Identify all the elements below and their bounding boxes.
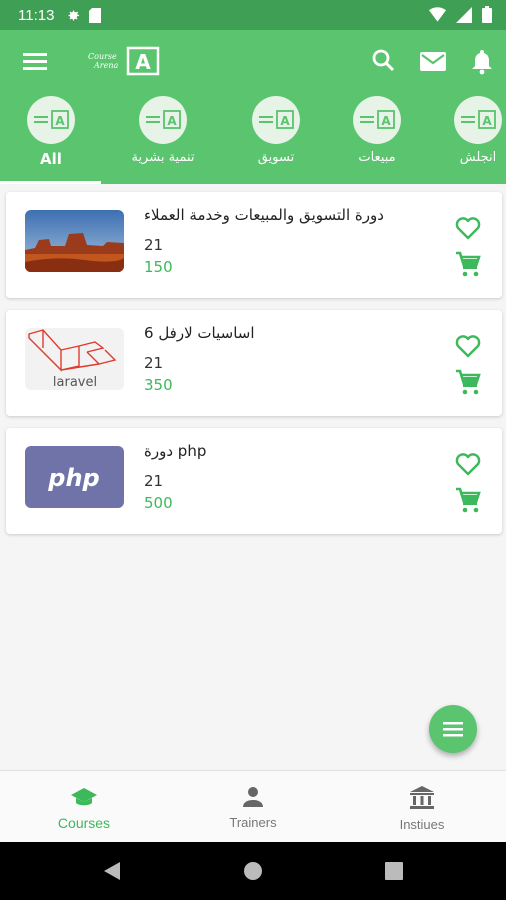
category-logo-icon: A xyxy=(353,96,401,144)
course-card[interactable]: دورة التسويق والمبيعات وخدمة العملاء 21 … xyxy=(6,192,502,298)
course-count: 21 xyxy=(144,354,164,372)
status-time: 11:13 xyxy=(18,6,55,24)
nav-label: Trainers xyxy=(229,815,277,830)
category-logo-icon: A xyxy=(252,96,300,144)
status-bar: 11:13 xyxy=(0,0,506,30)
desert-landscape-thumbnail xyxy=(25,210,124,272)
category-logo-icon: A xyxy=(27,96,75,144)
tab-label: All xyxy=(40,150,62,168)
tab-label: مبيعات xyxy=(358,150,396,165)
tab-label: تنمية بشرية xyxy=(131,150,195,165)
sd-card-icon xyxy=(89,7,102,23)
app-bar: Course Arena A xyxy=(0,30,506,92)
course-card[interactable]: php دورة php 21 500 xyxy=(6,428,502,534)
logo-line1: Course xyxy=(88,52,117,61)
course-title: اساسيات لارفل 6 xyxy=(144,324,255,342)
tab-label: انجلش xyxy=(459,150,497,165)
bottom-navigation: Courses Trainers Instiues xyxy=(0,770,506,843)
logo-line2: Arena xyxy=(94,61,119,70)
php-logo-thumbnail: php xyxy=(25,446,124,508)
favorite-heart-icon[interactable] xyxy=(454,214,482,242)
tab-marketing[interactable]: A تسويق xyxy=(226,96,326,184)
tab-label: تسويق xyxy=(257,150,295,165)
svg-text:A: A xyxy=(167,114,177,128)
course-count: 21 xyxy=(144,236,164,254)
category-logo-icon: A xyxy=(454,96,502,144)
recents-icon[interactable] xyxy=(384,861,404,881)
svg-text:A: A xyxy=(55,114,65,128)
add-to-cart-icon[interactable] xyxy=(454,368,482,396)
category-logo-icon: A xyxy=(139,96,187,144)
php-logo-text: php xyxy=(47,464,99,492)
institution-icon xyxy=(410,786,434,809)
favorite-heart-icon[interactable] xyxy=(454,332,482,360)
add-to-cart-icon[interactable] xyxy=(454,486,482,514)
wifi-icon xyxy=(429,7,446,22)
nav-instiues[interactable]: Instiues xyxy=(338,785,506,832)
active-tab-indicator xyxy=(0,181,101,184)
battery-icon xyxy=(482,6,492,23)
person-icon xyxy=(243,787,263,807)
tab-sales[interactable]: A مبيعات xyxy=(327,96,427,184)
svg-text:A: A xyxy=(135,50,151,74)
svg-text:A: A xyxy=(381,114,391,128)
app-logo: Course Arena A xyxy=(88,42,170,80)
search-icon[interactable] xyxy=(370,47,398,75)
home-icon[interactable] xyxy=(242,860,264,882)
book-logo-icon: A xyxy=(126,46,160,76)
list-icon xyxy=(443,722,463,737)
signal-icon xyxy=(456,6,472,23)
course-price: 500 xyxy=(144,494,173,512)
tab-english[interactable]: A انجلش xyxy=(428,96,506,184)
laravel-logo-text: laravel xyxy=(53,375,97,390)
favorite-heart-icon[interactable] xyxy=(454,450,482,478)
tab-human-development[interactable]: A تنمية بشرية xyxy=(113,96,213,184)
mail-icon[interactable] xyxy=(419,47,447,75)
bell-icon[interactable] xyxy=(468,47,496,75)
svg-text:A: A xyxy=(280,114,290,128)
course-title: دورة php xyxy=(144,442,207,460)
course-title: دورة التسويق والمبيعات وخدمة العملاء xyxy=(144,206,384,224)
tab-all[interactable]: A All xyxy=(1,96,101,184)
category-tabs: A All A تنمية بشرية A تسويق A مبيعات A ا… xyxy=(0,92,506,184)
gear-icon xyxy=(68,10,80,20)
course-price: 150 xyxy=(144,258,173,276)
course-card[interactable]: laravel اساسيات لارفل 6 21 350 xyxy=(6,310,502,416)
menu-fab-button[interactable] xyxy=(429,705,477,753)
back-icon[interactable] xyxy=(100,860,122,882)
course-count: 21 xyxy=(144,472,164,490)
nav-label: Instiues xyxy=(399,817,445,832)
system-navigation-bar xyxy=(0,842,506,900)
nav-courses[interactable]: Courses xyxy=(0,785,168,831)
nav-label: Courses xyxy=(57,815,111,831)
hamburger-menu-icon[interactable] xyxy=(20,48,50,74)
add-to-cart-icon[interactable] xyxy=(454,250,482,278)
svg-text:A: A xyxy=(482,114,492,128)
laravel-logo-thumbnail: laravel xyxy=(25,328,124,390)
course-price: 350 xyxy=(144,376,173,394)
graduation-cap-icon xyxy=(71,788,97,806)
nav-trainers[interactable]: Trainers xyxy=(169,785,337,830)
